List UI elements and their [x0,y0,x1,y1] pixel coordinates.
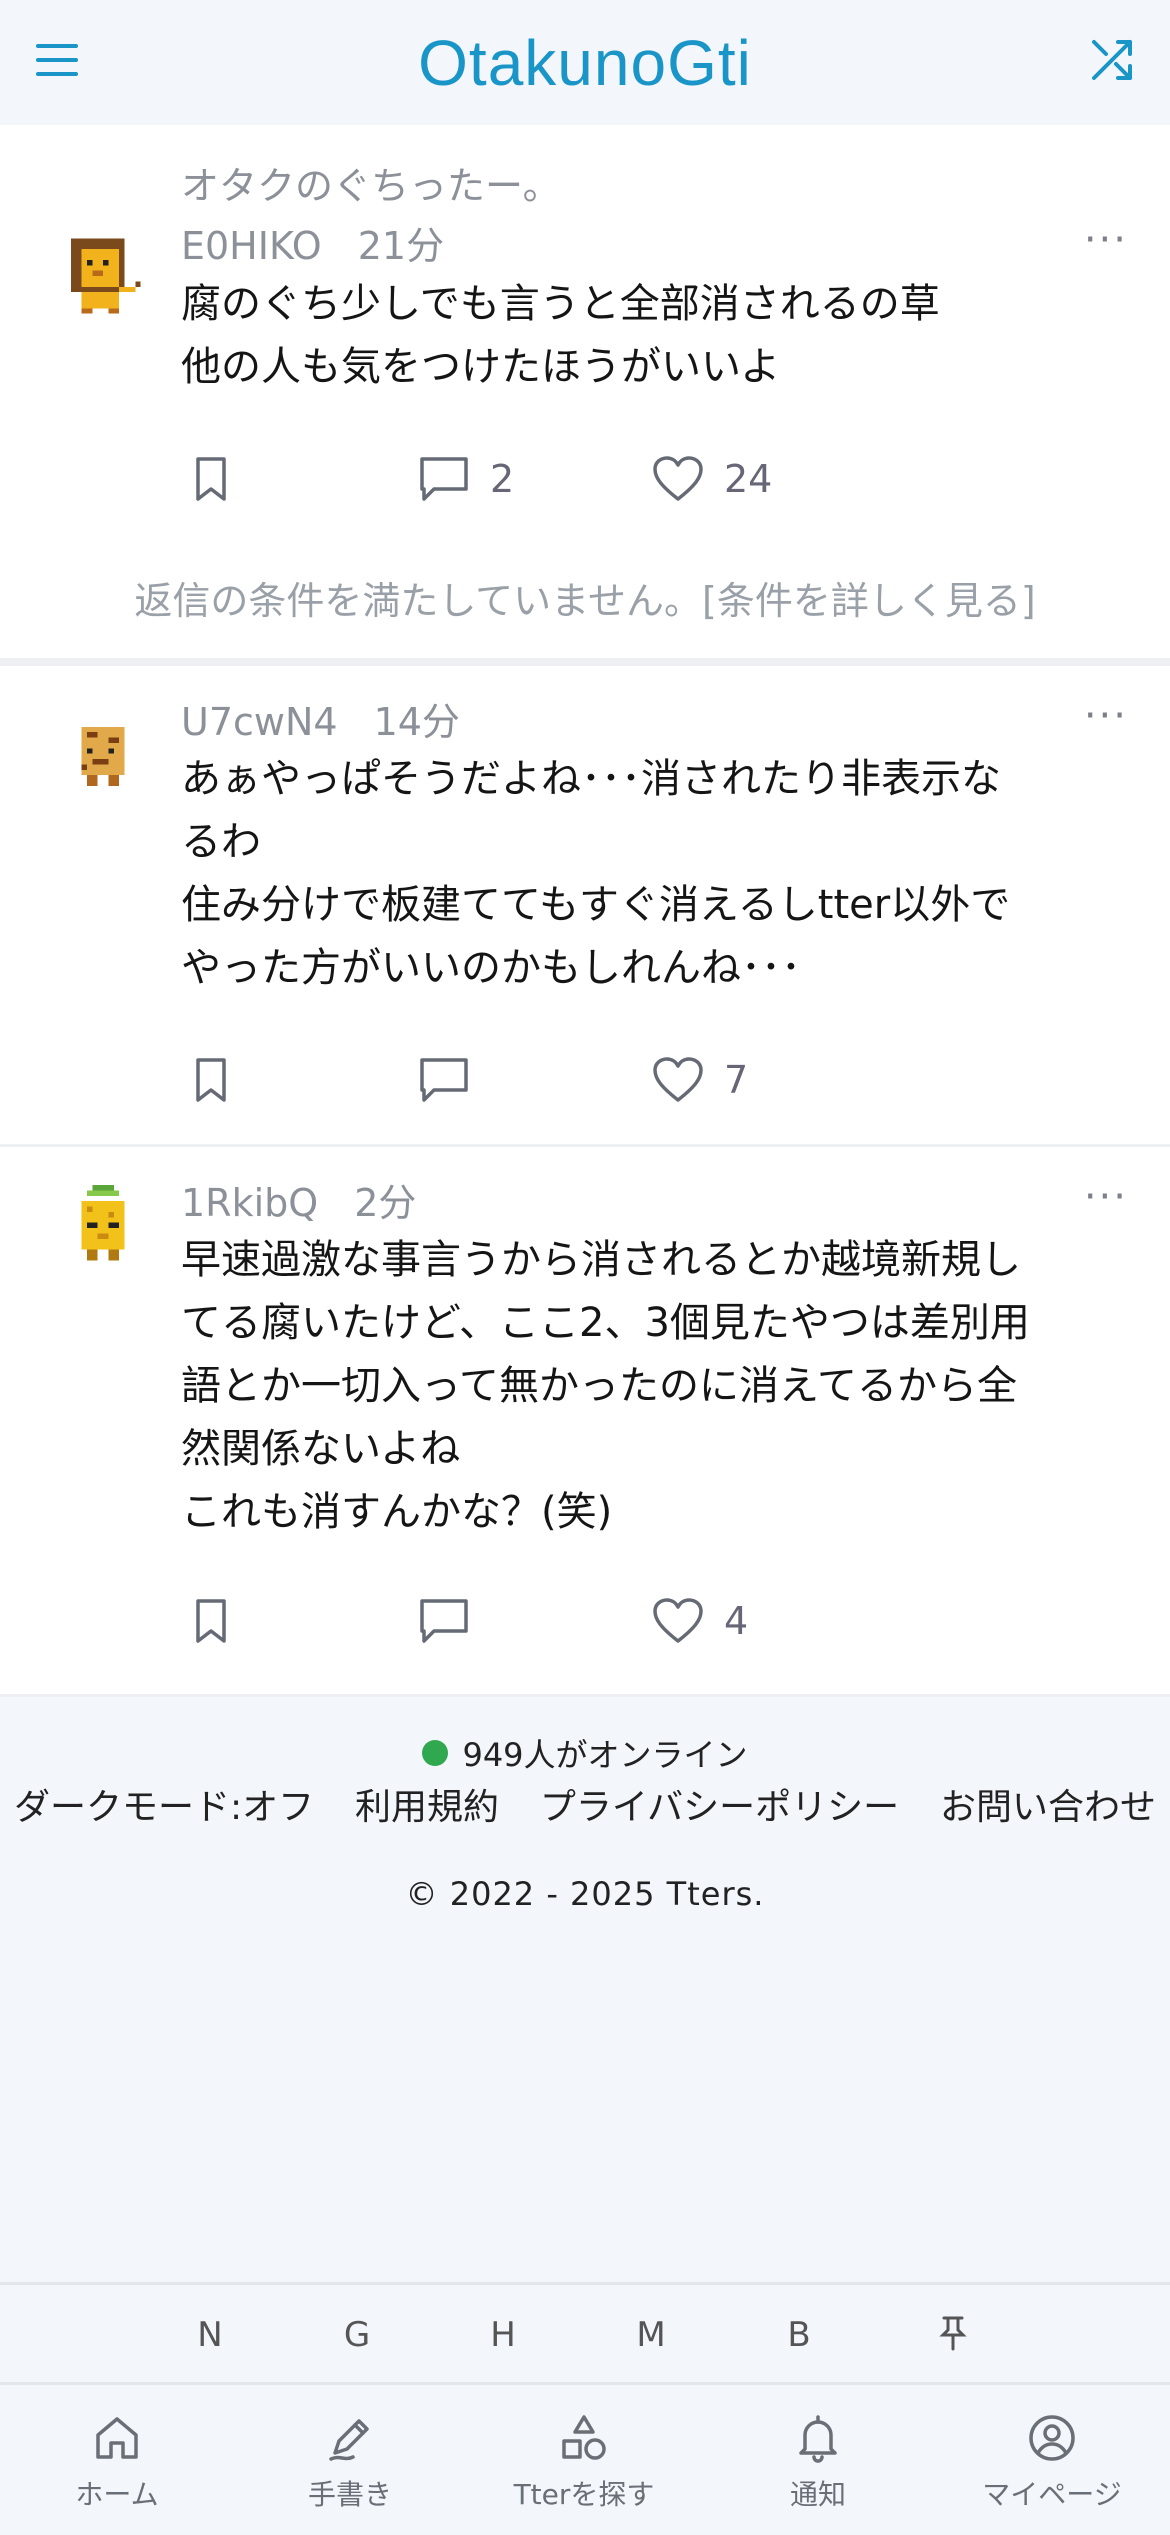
post-line: るわ [181,819,261,865]
post-line: 語とか一切入って無かったのに消えてるから全 [181,1363,1017,1409]
quick-nav-b[interactable]: B [769,2315,829,2355]
post-line: 住み分けで板建ててもすぐ消えるしtter以外で [181,882,1011,928]
dark-mode-toggle[interactable]: ダークモード:オフ [14,1778,314,1830]
more-options-icon[interactable]: ··· [1084,217,1128,263]
post-line: 早速過激な事言うから消されるとか越境新規し [181,1237,1021,1283]
quick-nav-n[interactable]: N [180,2315,240,2355]
reply-button[interactable] [418,1056,490,1104]
quick-nav-bar: N G H M B [0,2282,1170,2385]
bookmark-button[interactable] [190,455,232,503]
tab-label: ホーム [75,2478,159,2511]
comment-icon [420,457,468,501]
contact-link[interactable]: お問い合わせ [940,1778,1156,1830]
tab-label: 手書き [307,2478,392,2511]
shuffle-icon[interactable] [1088,36,1136,84]
online-count: 949人がオンライン [462,1736,748,1774]
post-line: てる腐いたけど、ここ2、3個見たやつは差別用 [181,1300,1030,1346]
tab-home[interactable]: ホーム [7,2413,227,2513]
post-time: 2分 [354,1181,417,1225]
post-body: 腐のぐち少しでも言うと全部消されるの草 他の人も気をつけたほうがいいよ [181,273,1081,399]
community-name[interactable]: オタクのぐちったー。 [181,155,561,210]
pencil-icon [329,2419,369,2461]
post-meta: U7cwN4 14分 [181,691,460,746]
user-circle-icon [1029,2415,1075,2461]
post-line: 然関係ないよね [181,1426,461,1472]
heart-icon [653,456,703,501]
divider [0,658,1170,666]
quick-nav-m[interactable]: M [621,2315,681,2355]
post-actions: 2 24 [190,455,1090,511]
app-header: OtakunoGti [0,0,1170,125]
post-item: オタクのぐちったー。 E0HIKO 21分 ··· 腐のぐち少しでも言うと全部消さ… [0,125,1170,658]
bottom-tab-bar: ホーム 手書き Tterを探す 通知 マイページ [0,2382,1170,2535]
more-options-icon[interactable]: ··· [1084,693,1128,739]
shapes-icon [562,2415,606,2460]
more-options-icon[interactable]: ··· [1084,1174,1128,1220]
post-username[interactable]: U7cwN4 [181,700,338,744]
bookmark-button[interactable] [190,1597,232,1645]
reply-count: 2 [490,457,515,501]
menu-icon[interactable] [34,40,80,80]
divider [0,1694,1170,1697]
post-username[interactable]: E0HIKO [181,224,322,268]
quick-nav-g[interactable]: G [327,2315,387,2355]
online-dot-icon [422,1740,449,1766]
bookmark-icon [196,1599,226,1643]
cookie-pixel-avatar[interactable] [60,716,146,802]
pineapple-pixel-avatar[interactable] [60,1185,146,1271]
like-button[interactable]: 4 [652,1597,748,1645]
post-actions: 7 [190,1056,1090,1112]
post-meta: E0HIKO 21分 [181,215,444,270]
heart-icon [653,1598,703,1643]
home-icon [96,2417,138,2459]
terms-link[interactable]: 利用規約 [355,1778,499,1830]
copyright: © 2022 - 2025 Tters. [405,1875,765,1913]
bookmark-icon [196,1058,226,1102]
online-status: 949人がオンライン [0,1730,1170,1776]
post-line: あぁやっぱそうだよね･･･消されたり非表示な [181,756,1001,802]
lion-pixel-avatar[interactable] [60,233,146,319]
like-button[interactable]: 7 [652,1056,748,1104]
bell-icon [799,2415,837,2463]
post-feed: オタクのぐちったー。 E0HIKO 21分 ··· 腐のぐち少しでも言うと全部消さ… [0,125,1170,1697]
heart-icon [653,1057,703,1102]
tab-label: マイページ [982,2478,1122,2511]
bookmark-icon [196,457,226,501]
post-actions: 4 [190,1597,1090,1653]
quick-nav-h[interactable]: H [473,2315,533,2355]
post-username[interactable]: 1RkibQ [181,1181,318,1225]
reply-button[interactable]: 2 [418,455,514,503]
privacy-policy-link[interactable]: プライバシーポリシー [540,1778,899,1830]
comment-icon [420,1058,468,1102]
post-meta: 1RkibQ 2分 [181,1172,416,1227]
reply-condition-notice[interactable]: 返信の条件を満たしていません。[条件を詳しく見る] [0,570,1170,625]
like-count: 7 [724,1058,749,1102]
tab-handwriting[interactable]: 手書き [240,2413,460,2513]
reply-button[interactable] [418,1597,490,1645]
post-time: 21分 [357,224,445,268]
post-line: 他の人も気をつけたほうがいいよ [181,344,781,390]
tab-explore[interactable]: Tterを探す [474,2413,694,2513]
post-line: やった方がいいのかもしれんね･･･ [181,945,801,991]
post-item: U7cwN4 14分 ··· あぁやっぱそうだよね･･･消されたり非表示な るわ … [0,666,1170,1144]
comment-icon [420,1599,468,1643]
post-line: これも消すんかな？(笑) [181,1489,613,1535]
tab-notifications[interactable]: 通知 [708,2413,928,2513]
post-line: 腐のぐち少しでも言うと全部消されるの草 [181,281,940,327]
tab-label: Tterを探す [513,2478,655,2511]
footer-links: ダークモード:オフ 利用規約 プライバシーポリシー お問い合わせ [0,1778,1170,1830]
post-time: 14分 [373,700,460,744]
like-count: 4 [724,1599,749,1643]
post-item: 1RkibQ 2分 ··· 早速過激な事言うから消されるとか越境新規し てる腐いた… [0,1147,1170,1694]
tab-label: 通知 [789,2478,846,2511]
pin-icon[interactable] [923,2315,983,2360]
tab-mypage[interactable]: マイページ [942,2413,1162,2513]
like-count: 24 [724,457,773,501]
app-title[interactable]: OtakunoGti [418,26,752,100]
bookmark-button[interactable] [190,1056,232,1104]
like-button[interactable]: 24 [652,455,772,503]
post-body: あぁやっぱそうだよね･･･消されたり非表示な るわ 住み分けで板建ててもすぐ消え… [181,748,1081,1000]
post-body: 早速過激な事言うから消されるとか越境新規し てる腐いたけど、ここ2、3個見たやつ… [181,1229,1081,1544]
